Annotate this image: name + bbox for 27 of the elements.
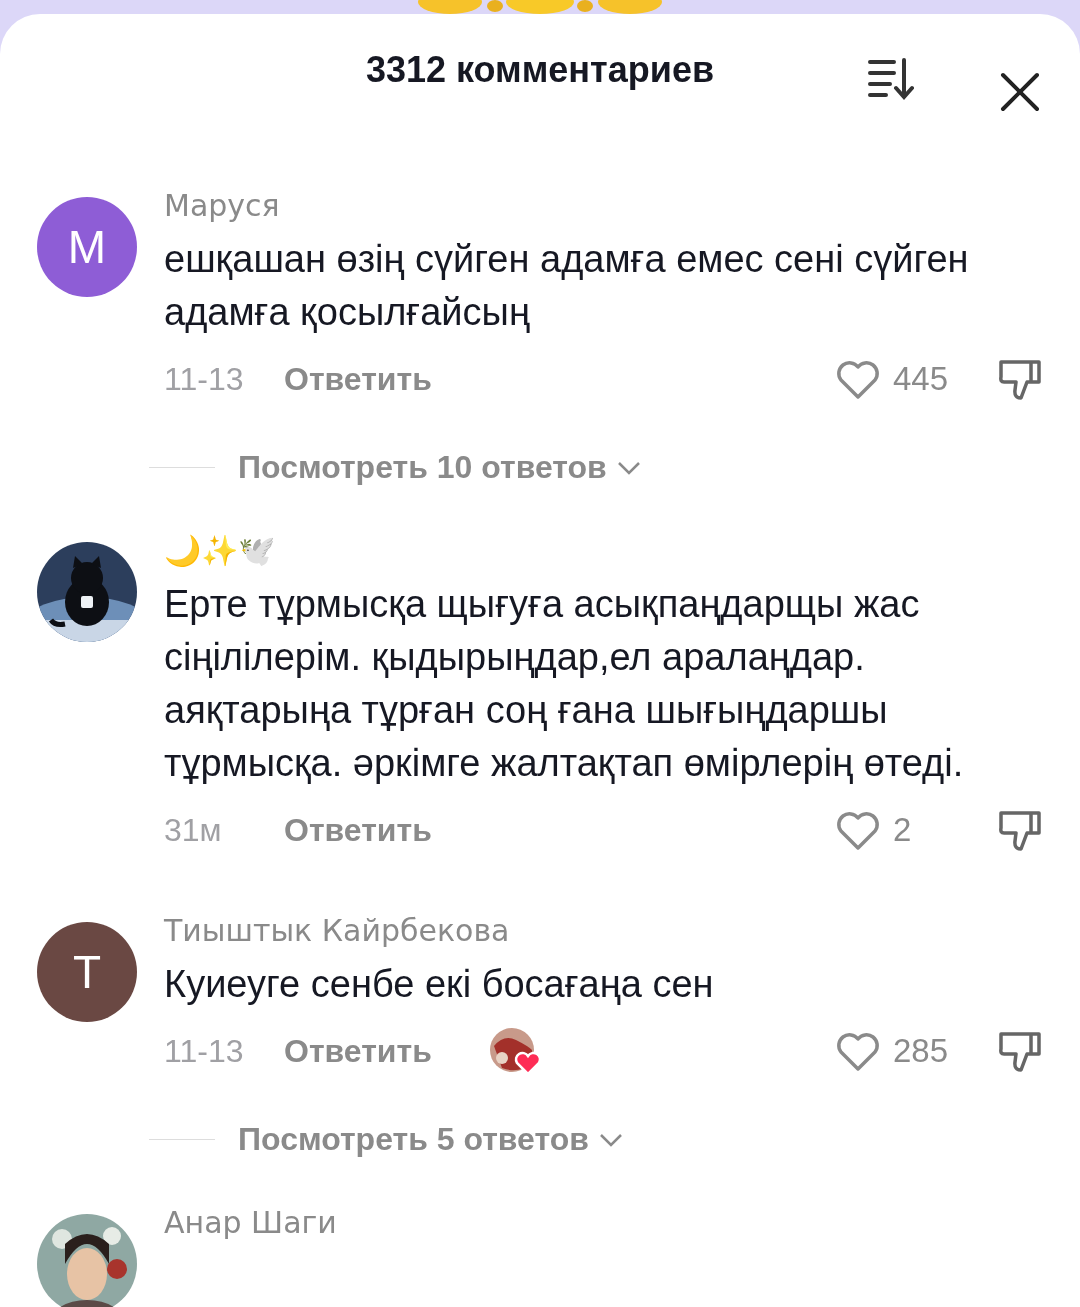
username[interactable]: Тиыштык Кайрбекова: [164, 913, 1043, 949]
chevron-down-icon: [616, 459, 641, 476]
comment-text: ешқашан өзің сүйген адамға емес сені сүйген адамға қосылғайсың: [164, 237, 970, 335]
username[interactable]: Анар Шаги: [164, 1205, 1043, 1241]
close-button[interactable]: [999, 71, 1041, 113]
close-icon: [999, 71, 1041, 113]
like-button[interactable]: 2: [835, 809, 997, 851]
comment-text: Ерте тұрмысқа щығуға асықпаңдарщы жас сіңілілерім. қыдырыңдар,ел аралаңдар. аяқтарыңа тұрған соң ғана шығыңдаршы тұрмысқа. әркімге жалтақтап өмірлерің өтеді.: [164, 582, 965, 786]
like-button[interactable]: 445: [835, 358, 997, 400]
heart-icon: [835, 358, 881, 400]
heart-icon: [835, 1030, 881, 1072]
timestamp: 11-13: [164, 1032, 245, 1070]
comment-text: Куиеуге сенбе екі босағаңа сен: [164, 962, 715, 1007]
avatar[interactable]: M: [37, 197, 137, 297]
sheet-title: 3312 комментариев: [365, 49, 715, 91]
username[interactable]: Маруся: [164, 188, 1043, 224]
avatar[interactable]: Т: [37, 922, 137, 1022]
heart-icon: [835, 809, 881, 851]
view-replies-button[interactable]: Посмотреть 5 ответов: [238, 1121, 623, 1158]
reply-button[interactable]: Ответить: [284, 811, 432, 849]
like-button[interactable]: 285: [835, 1030, 997, 1072]
chevron-down-icon: [598, 1131, 623, 1148]
reply-button[interactable]: Ответить: [284, 1032, 432, 1070]
view-replies-button[interactable]: Посмотреть 10 ответов: [238, 449, 641, 486]
timestamp: 31м: [164, 811, 223, 849]
timestamp: 11-13: [164, 360, 245, 398]
reply-button[interactable]: Ответить: [284, 360, 432, 398]
